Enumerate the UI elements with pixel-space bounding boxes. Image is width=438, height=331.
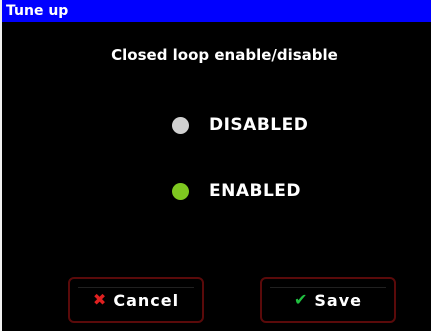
tune-up-window: Tune up Closed loop enable/disable DISAB…: [0, 0, 431, 331]
cancel-x-icon: ✖: [92, 290, 108, 309]
radio-off-icon[interactable]: [172, 116, 189, 134]
radio-on-icon[interactable]: [172, 182, 189, 200]
save-button[interactable]: ✔ Save: [260, 277, 396, 323]
checkmark-icon: ✔: [293, 290, 309, 309]
cancel-button[interactable]: ✖ Cancel: [68, 277, 204, 323]
save-button-label: Save: [314, 290, 362, 310]
right-gutter: [431, 0, 438, 331]
window-title: Tune up: [2, 0, 431, 22]
page-subtitle: Closed loop enable/disable: [111, 46, 338, 64]
option-disabled[interactable]: DISABLED: [172, 112, 308, 138]
option-disabled-label: DISABLED: [209, 115, 309, 135]
cancel-button-label: Cancel: [113, 290, 180, 310]
option-enabled-label: ENABLED: [209, 181, 302, 201]
option-enabled[interactable]: ENABLED: [172, 178, 301, 204]
